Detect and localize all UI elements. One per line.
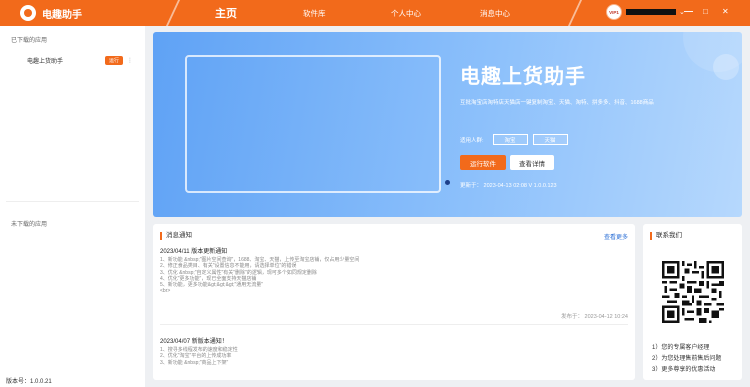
more-icon[interactable]: ⋮ [127,57,133,64]
not-downloaded-apps-title: 未下载的应用 [11,222,48,228]
view-details-button[interactable]: 查看详情 [510,155,554,170]
view-more-link[interactable]: 查看更多 [604,232,628,241]
news-item-body: 1、新功能 &nbsp;"图片空间查询"，1688、淘宝、天猫，上传至淘宝店铺，… [160,257,360,295]
audience-label: 适用人群: [460,137,484,144]
decor-bubble [683,32,742,72]
audience-chip-tmall: 天猫 [532,134,568,145]
downloaded-apps-title: 已下载的应用 [11,38,48,44]
sidebar: 已下载的应用 电趣上货助手 运行 ⋮ 未下载的应用 版本号：1.0.0.21 [0,26,145,387]
nav-personal-center[interactable]: 个人中心 [391,8,421,19]
contact-line: 1）您的专属客户经理 [652,345,710,351]
update-info: 更新于： 2023-04-13 02:08 V 1.0.0.123 [460,183,557,189]
app-name: 电趣助手 [42,9,82,21]
maximize-icon[interactable]: □ [703,7,708,16]
contact-panel: 联系我们 1）您的专属客户经理 2）为您处理售前售后问题 3）更多尊享的优惠活动 [643,224,742,380]
nav-message-center[interactable]: 消息中心 [480,8,510,19]
news-item-heading[interactable]: 2023/04/07 新版本通知！ [160,336,228,345]
nav-software-library[interactable]: 软件库 [303,8,326,19]
news-item-date: 发布于： 2023-04-12 10:24 [561,314,628,320]
app-banner: 电趣上货助手 互批淘宝店淘特店天猫店一键复制淘宝、天猫、淘特、拼多多、抖音、16… [153,32,742,217]
sidebar-item-label[interactable]: 电趣上货助手 [27,56,105,65]
nav-home[interactable]: 主页 [215,5,237,21]
divider [160,324,628,325]
banner-title: 电趣上货助手 [460,66,586,88]
carousel-dot[interactable] [445,180,450,185]
preview-frame [185,55,441,193]
target-audience: 适用人群: 淘宝 天猫 [460,134,573,145]
sidebar-item-app[interactable]: 电趣上货助手 运行 ⋮ [27,56,137,65]
news-item-heading[interactable]: 2023/04/11 版本更新通知 [160,246,227,255]
user-menu[interactable]: VIP1 ⌄ [606,4,685,20]
close-icon[interactable]: ✕ [722,7,729,16]
audience-chip-taobao: 淘宝 [492,134,528,145]
news-title: 消息通知 [160,232,192,240]
contact-line: 2）为您处理售前售后问题 [652,356,722,362]
contact-title: 联系我们 [650,232,682,240]
nav-divider [165,0,181,26]
contact-line: 3）更多尊享的优惠活动 [652,367,716,373]
title-bar: 电趣助手 主页 软件库 个人中心 消息中心 VIP1 ⌄ — □ ✕ [0,0,750,26]
divider [6,201,139,202]
qr-code-icon [662,261,724,323]
main-nav: 主页 软件库 个人中心 消息中心 [185,0,565,26]
minimize-icon[interactable]: — [684,6,693,16]
banner-description: 互批淘宝店淘特店天猫店一键复制淘宝、天猫、淘特、拼多多、抖音、1688商品 [460,100,654,106]
run-software-button[interactable]: 运行软件 [460,155,506,170]
run-tag-button[interactable]: 运行 [105,56,124,65]
app-logo-icon [20,5,36,21]
username-redacted [626,9,676,15]
version-label: 版本号：1.0.0.21 [6,379,52,385]
news-panel: 消息通知 查看更多 2023/04/11 版本更新通知 1、新功能 &nbsp;… [153,224,635,380]
nav-divider [567,0,583,26]
avatar[interactable]: VIP1 [606,4,622,20]
brand: 电趣助手 [0,0,160,26]
news-item-body: 1、搜寻多线程发布的速度和稳定性 2、优化"淘宝"平台的上传成功率 3、新功能 … [160,347,238,366]
